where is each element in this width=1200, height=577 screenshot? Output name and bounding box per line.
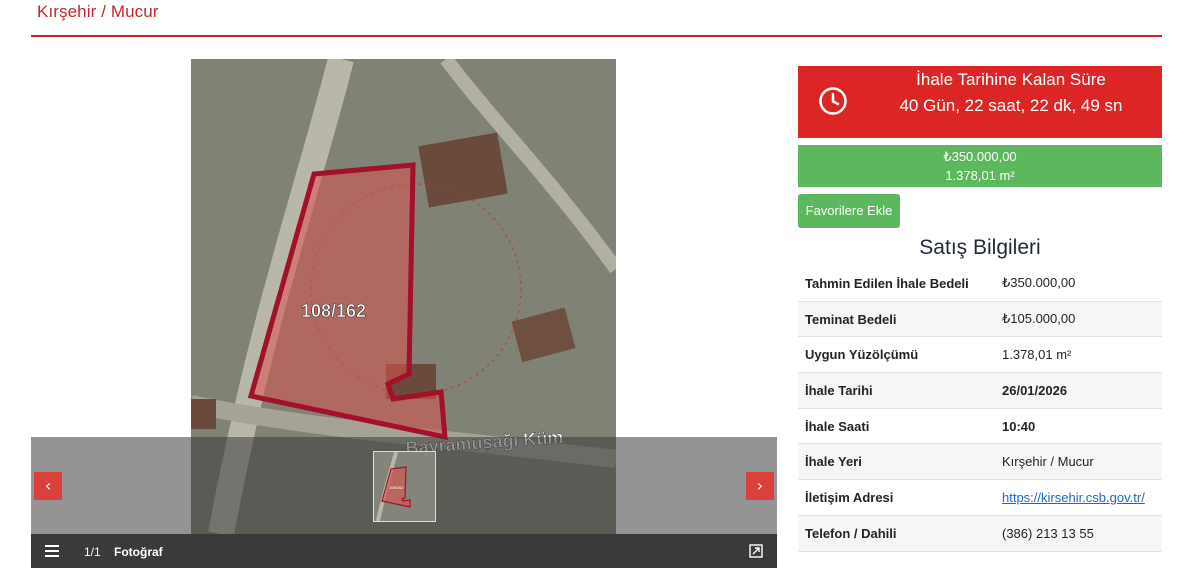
contact-address-link[interactable]: https://kirsehir.csb.gov.tr/ bbox=[1002, 490, 1145, 505]
table-row: Telefon / Dahili (386) 213 13 55 bbox=[798, 515, 1162, 552]
parcel-label: 108/162 bbox=[301, 301, 366, 321]
photo-gallery: 108/162 Bayramuşağı Küm 108/162 ‹ › 1/1 … bbox=[31, 59, 777, 568]
row-value: 26/01/2026 bbox=[988, 372, 1162, 409]
page-title: Kırşehir / Mucur bbox=[37, 2, 159, 21]
chevron-left-icon: ‹ bbox=[44, 476, 52, 495]
row-key: Uygun Yüzölçümü bbox=[798, 336, 988, 374]
chevron-right-icon: › bbox=[756, 476, 764, 495]
photo-thumbnail[interactable]: 108/162 bbox=[373, 451, 436, 522]
table-row: İhale Saati 10:40 bbox=[798, 408, 1162, 445]
row-value: (386) 213 13 55 bbox=[988, 515, 1162, 552]
table-row: İletişim Adresi https://kirsehir.csb.gov… bbox=[798, 479, 1162, 516]
list-icon[interactable] bbox=[45, 545, 59, 557]
photo-counter: 1/1 bbox=[84, 545, 101, 559]
row-value: 10:40 bbox=[988, 408, 1162, 445]
gallery-toolbar: 1/1 Fotoğraf bbox=[31, 534, 777, 568]
clock-icon bbox=[819, 87, 847, 115]
row-key: Telefon / Dahili bbox=[798, 515, 988, 552]
row-key: Tahmin Edilen İhale Bedeli bbox=[798, 266, 988, 302]
price-amount: ₺350.000,00 bbox=[943, 149, 1017, 164]
next-photo-button[interactable]: › bbox=[746, 472, 774, 500]
auction-countdown: İhale Tarihine Kalan Süre 40 Gün, 22 saa… bbox=[798, 66, 1162, 138]
countdown-value: 40 Gün, 22 saat, 22 dk, 49 sn bbox=[899, 96, 1123, 115]
sales-info-title: Satış Bilgileri bbox=[919, 236, 1041, 259]
row-value: Kırşehir / Mucur bbox=[988, 443, 1162, 481]
thumbnail-strip: 108/162 bbox=[31, 437, 777, 534]
sales-info-table: Tahmin Edilen İhale Bedeli ₺350.000,00 T… bbox=[798, 266, 1162, 552]
photo-caption: Fotoğraf bbox=[114, 545, 163, 559]
area-size: 1.378,01 m² bbox=[945, 168, 1015, 183]
row-key: İhale Yeri bbox=[798, 443, 988, 481]
price-summary: ₺350.000,00 1.378,01 m² bbox=[798, 145, 1162, 187]
countdown-title: İhale Tarihine Kalan Süre bbox=[916, 70, 1106, 89]
row-key: İhale Saati bbox=[798, 408, 988, 445]
previous-photo-button[interactable]: ‹ bbox=[34, 472, 62, 500]
title-divider bbox=[31, 35, 1162, 37]
row-key: Teminat Bedeli bbox=[798, 301, 988, 338]
table-row: Teminat Bedeli ₺105.000,00 bbox=[798, 301, 1162, 338]
row-value: https://kirsehir.csb.gov.tr/ bbox=[988, 479, 1162, 516]
row-value: ₺350.000,00 bbox=[988, 266, 1162, 302]
row-value: 1.378,01 m² bbox=[988, 336, 1162, 374]
add-to-favorites-button[interactable]: Favorilere Ekle bbox=[798, 194, 900, 228]
row-value: ₺105.000,00 bbox=[988, 301, 1162, 338]
table-row: Uygun Yüzölçümü 1.378,01 m² bbox=[798, 336, 1162, 374]
table-row: İhale Yeri Kırşehir / Mucur bbox=[798, 443, 1162, 481]
thumbnail-image: 108/162 bbox=[374, 452, 435, 521]
row-key: İhale Tarihi bbox=[798, 372, 988, 409]
table-row: Tahmin Edilen İhale Bedeli ₺350.000,00 bbox=[798, 266, 1162, 302]
table-row: İhale Tarihi 26/01/2026 bbox=[798, 372, 1162, 409]
row-key: İletişim Adresi bbox=[798, 479, 988, 516]
expand-icon[interactable] bbox=[749, 544, 763, 558]
thumbnail-parcel-label: 108/162 bbox=[389, 485, 404, 490]
